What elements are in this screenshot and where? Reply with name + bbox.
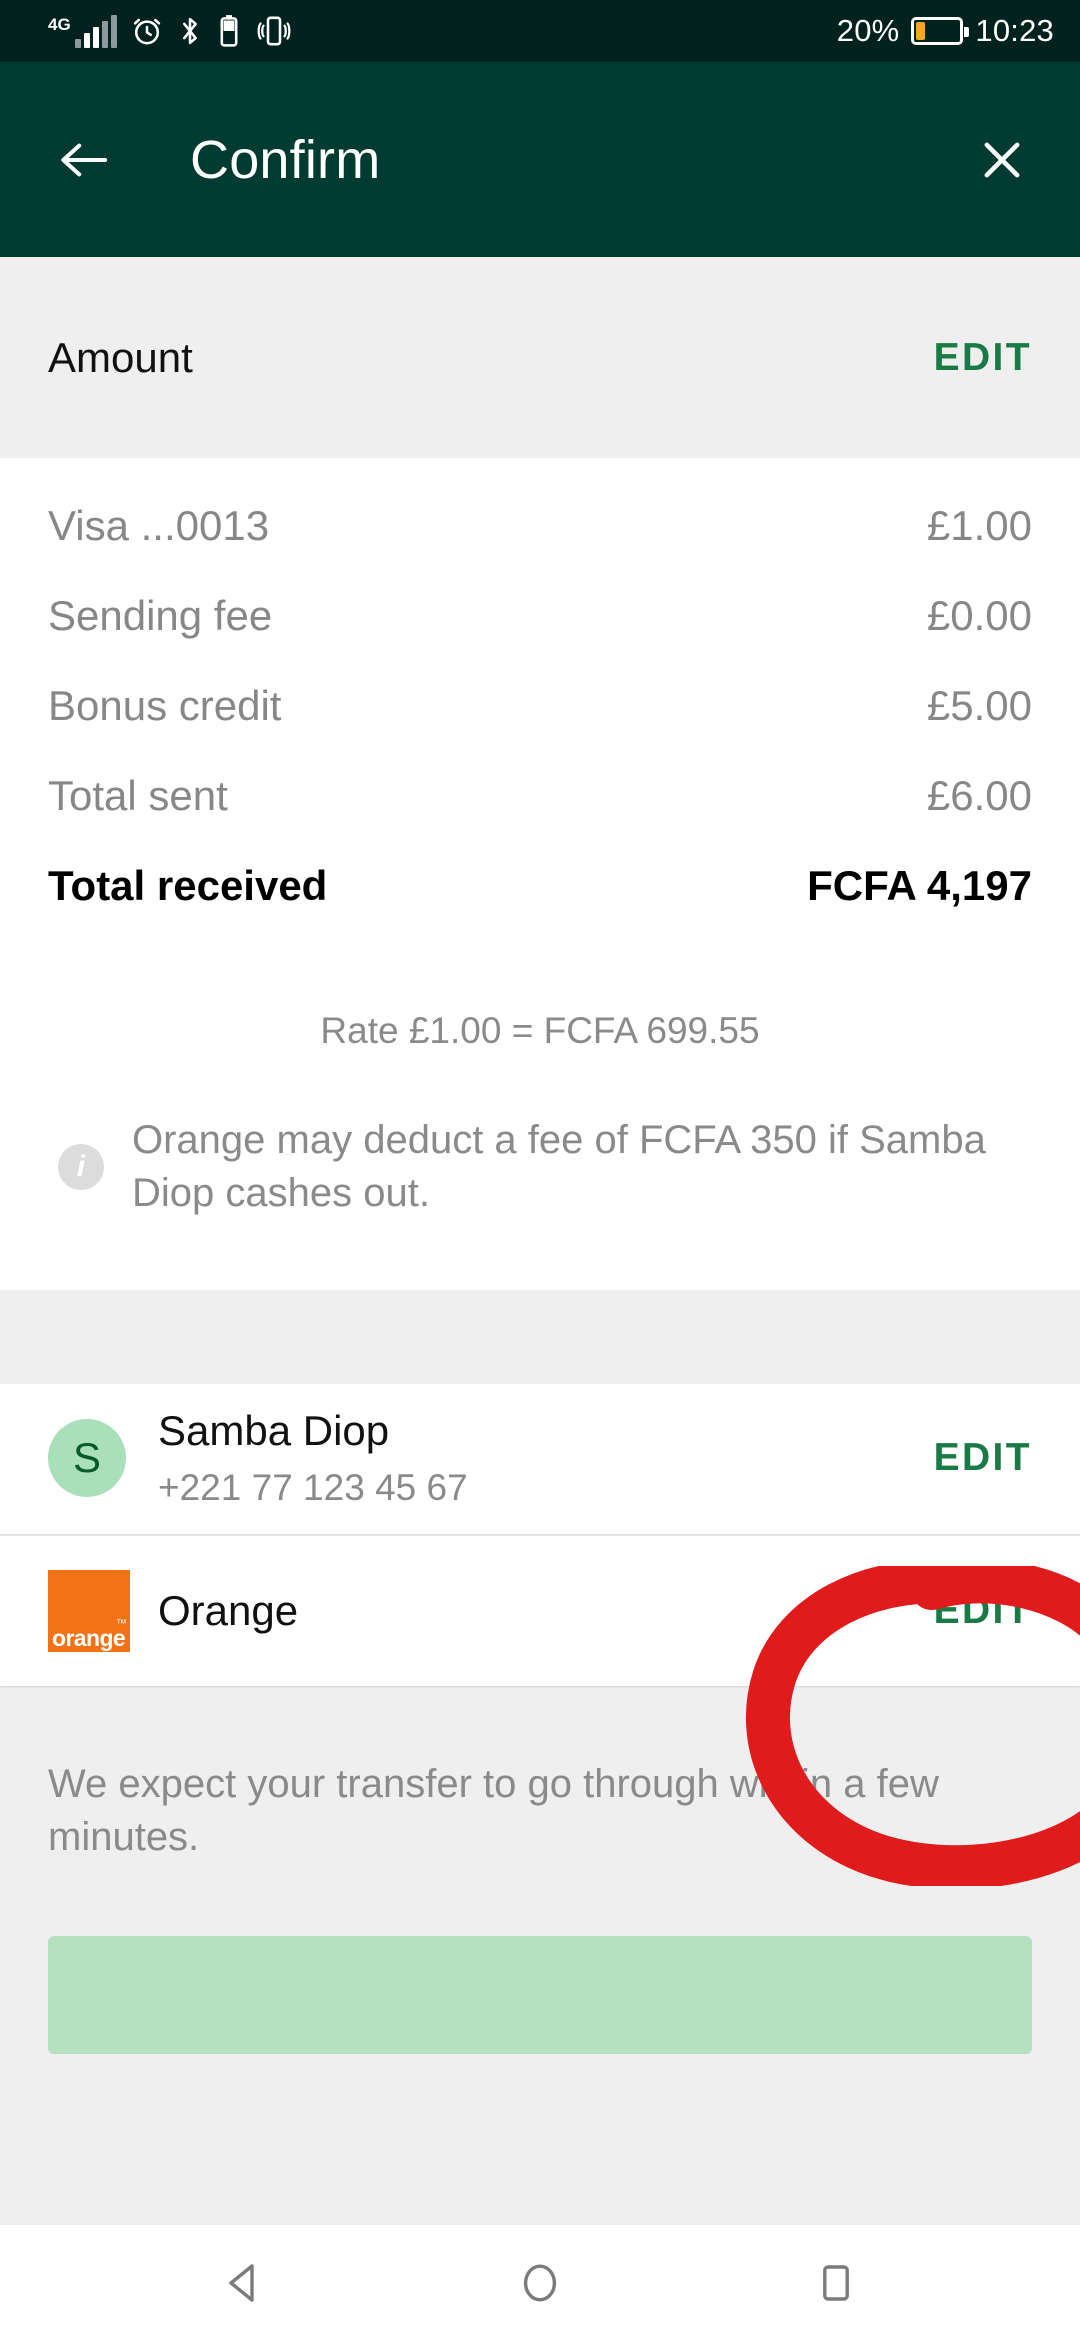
close-button[interactable] [966, 124, 1038, 196]
bluetooth-icon [182, 17, 197, 45]
nav-recents-button[interactable] [781, 2225, 891, 2340]
breakdown-key: Total received [48, 862, 328, 909]
recipient-name: Samba Diop [158, 1406, 390, 1454]
signal-bar [101, 21, 108, 48]
close-icon [984, 142, 1020, 177]
orange-logo-tm: ™ [116, 1617, 127, 1630]
recipient-edit-button[interactable]: EDIT [934, 1436, 1032, 1480]
android-nav-bar [0, 2225, 1080, 2340]
amount-breakdown-card: Visa ...0013 £1.00 Sending fee £0.00 Bon… [0, 458, 1080, 1290]
breakdown-row: Total sent £6.00 [48, 772, 1032, 862]
arrow-left-icon [61, 143, 108, 176]
battery-fill [916, 22, 926, 40]
recipient-row[interactable]: S Samba Diop +221 77 123 45 67 EDIT [0, 1384, 1080, 1534]
recipient-card: S Samba Diop +221 77 123 45 67 EDIT oran… [0, 1383, 1080, 1686]
signal-bar [92, 27, 99, 48]
page-content: Amount EDIT Visa ...0013 £1.00 Sending f… [0, 257, 1080, 2340]
breakdown-value: £1.00 [926, 502, 1032, 549]
transfer-eta-note: We expect your transfer to go through wi… [48, 1761, 939, 1859]
amount-section-header: Amount EDIT [0, 257, 1080, 458]
battery-icon [911, 17, 970, 45]
recipient-phone: +221 77 123 45 67 [158, 1466, 468, 1508]
section-spacer [0, 1289, 1080, 1384]
breakdown-row-total: Total received FCFA 4,197 [48, 862, 1032, 952]
nav-back-icon [229, 2263, 254, 2302]
footer-section: We expect your transfer to go through wi… [0, 1685, 1080, 2054]
fee-note-text: Orange may deduct a fee of FCFA 350 if S… [132, 1118, 986, 1215]
nav-home-icon [523, 2264, 557, 2301]
alarm-icon [133, 18, 160, 45]
breakdown-value: £0.00 [926, 592, 1032, 639]
page-title: Confirm [190, 129, 381, 190]
info-icon: i [58, 1143, 104, 1190]
amount-label: Amount [48, 333, 193, 381]
clock-label: 10:23 [975, 13, 1054, 48]
provider-row[interactable]: orange ™ Orange EDIT [0, 1536, 1080, 1686]
signal-bar [74, 39, 81, 48]
provider-name: Orange [158, 1586, 299, 1634]
app-header: Confirm [0, 62, 1080, 257]
nav-home-button[interactable] [485, 2225, 595, 2340]
breakdown-value: FCFA 4,197 [807, 862, 1032, 909]
exchange-rate-label: Rate £1.00 = FCFA 699.55 [320, 1010, 760, 1051]
app-screen: 4G 20% 10:23 Confirm Amount EDIT Visa ..… [0, 0, 1080, 2340]
confirm-send-button[interactable] [48, 1935, 1032, 2054]
breakdown-value: £6.00 [926, 772, 1032, 819]
breakdown-key: Sending fee [48, 592, 273, 639]
breakdown-key: Total sent [48, 772, 228, 819]
breakdown-key: Visa ...0013 [48, 502, 270, 549]
back-button[interactable] [48, 124, 120, 196]
nav-recents-icon [823, 2264, 849, 2301]
signal-bar [83, 33, 90, 48]
battery-saver-icon [220, 15, 238, 47]
orange-logo-icon: orange ™ [48, 1569, 130, 1652]
status-bar: 4G 20% 10:23 [0, 0, 1080, 62]
cta-container [48, 1864, 1032, 2054]
orange-logo-wordmark: orange [52, 1624, 126, 1651]
avatar: S [48, 1418, 126, 1497]
breakdown-value: £5.00 [926, 682, 1032, 729]
vibrate-icon [257, 16, 291, 46]
status-bar-right: 20% 10:23 [837, 13, 1054, 49]
breakdown-key: Bonus credit [48, 682, 282, 729]
status-bar-left-icons: 4G [48, 13, 293, 49]
breakdown-row: Visa ...0013 £1.00 [48, 502, 1032, 592]
breakdown-row: Sending fee £0.00 [48, 592, 1032, 682]
breakdown-row: Bonus credit £5.00 [48, 682, 1032, 772]
nav-back-button[interactable] [189, 2225, 299, 2340]
amount-edit-button[interactable]: EDIT [934, 336, 1032, 380]
provider-edit-button[interactable]: EDIT [934, 1589, 1032, 1633]
fee-note: i Orange may deduct a fee of FCFA 350 if… [48, 1052, 1032, 1280]
signal-bar [110, 15, 117, 48]
battery-percent-label: 20% [836, 13, 900, 48]
network-type-label: 4G [48, 15, 71, 34]
recipient-details: Samba Diop +221 77 123 45 67 [158, 1407, 934, 1509]
signal-icon: 4G [48, 14, 117, 48]
